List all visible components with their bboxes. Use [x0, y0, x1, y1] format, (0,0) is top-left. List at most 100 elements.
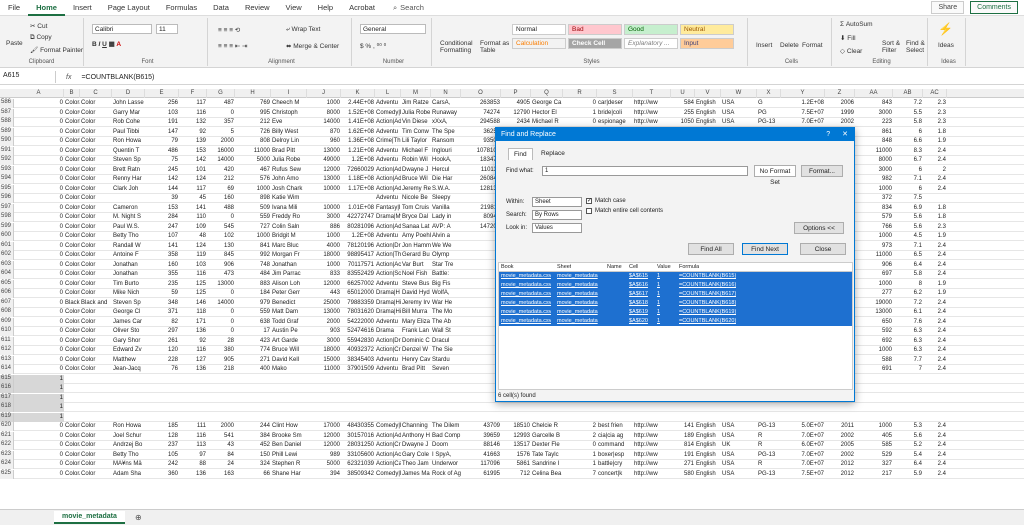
- cell[interactable]: 78031620: [341, 308, 375, 317]
- row-header[interactable]: 605: [0, 279, 14, 289]
- cell[interactable]: 0: [14, 318, 64, 327]
- cell[interactable]: 2006: [825, 99, 855, 108]
- cell[interactable]: Seven: [431, 365, 461, 374]
- cell[interactable]: [307, 194, 341, 203]
- cell[interactable]: 74274: [461, 109, 501, 118]
- cell[interactable]: Michael F: [401, 147, 431, 156]
- cell[interactable]: 7.0E+07: [781, 451, 825, 460]
- cell[interactable]: Steven Sp: [112, 299, 145, 308]
- tab-find[interactable]: Find: [508, 148, 533, 160]
- cell[interactable]: 5.4: [893, 451, 923, 460]
- column-header-w[interactable]: W: [721, 89, 757, 98]
- cell[interactable]: 66257002: [341, 280, 375, 289]
- cell[interactable]: 163: [207, 470, 235, 479]
- cell[interactable]: Ransom: [431, 137, 461, 146]
- cell[interactable]: 487: [207, 99, 235, 108]
- cell[interactable]: 973: [855, 242, 893, 251]
- format-as-table-button[interactable]: Format as Table: [480, 40, 510, 54]
- cell[interactable]: Color: [80, 166, 112, 175]
- column-header-n[interactable]: N: [431, 89, 461, 98]
- cell[interactable]: Brooke Sm: [271, 432, 307, 441]
- cell[interactable]: 191: [145, 118, 179, 127]
- cell[interactable]: Amy Poehl: [401, 232, 431, 241]
- cell[interactable]: USA: [721, 451, 757, 460]
- cell[interactable]: Color: [80, 232, 112, 241]
- cell[interactable]: 579: [855, 213, 893, 222]
- cell[interactable]: 1000: [307, 261, 341, 270]
- cell[interactable]: 405: [855, 432, 893, 441]
- sheet-tab-movie-metadata[interactable]: movie_metadata: [54, 511, 125, 524]
- cell[interactable]: Adventu: [375, 365, 401, 374]
- menu-tab-data[interactable]: Data: [205, 0, 237, 16]
- cell[interactable]: Star Tre: [431, 261, 461, 270]
- cell[interactable]: Color: [80, 185, 112, 194]
- cell[interactable]: 1.36E+08: [341, 137, 375, 146]
- cell[interactable]: 2.4: [923, 432, 947, 441]
- cell[interactable]: 0: [14, 175, 64, 184]
- cell[interactable]: Clark Joh: [112, 185, 145, 194]
- cell[interactable]: 2.4: [923, 451, 947, 460]
- cell[interactable]: 48: [179, 232, 207, 241]
- cell[interactable]: MÃ¥ns Mä: [112, 460, 145, 469]
- cell[interactable]: AVP: A: [431, 223, 461, 232]
- cell[interactable]: car|deser: [597, 99, 633, 108]
- cell[interactable]: Rock of Ag: [431, 470, 461, 479]
- column-header-m[interactable]: M: [401, 89, 431, 98]
- cell[interactable]: boxer|esp: [597, 451, 633, 460]
- cell[interactable]: 0: [207, 289, 235, 298]
- results-col-sheet[interactable]: Sheet: [557, 263, 571, 272]
- cell[interactable]: 30157016: [341, 432, 375, 441]
- cell[interactable]: Action|Ad: [375, 223, 401, 232]
- cell[interactable]: Color: [80, 308, 112, 317]
- cell[interactable]: 2.4: [923, 337, 947, 346]
- cell[interactable]: 116: [179, 346, 207, 355]
- cell[interactable]: 1000: [855, 280, 893, 289]
- cell[interactable]: 12000: [307, 441, 341, 450]
- cell[interactable]: [112, 194, 145, 203]
- cell[interactable]: Adventu: [375, 194, 401, 203]
- cell[interactable]: Tim Burto: [112, 280, 145, 289]
- cell[interactable]: 394: [307, 470, 341, 479]
- cell[interactable]: 2002: [825, 118, 855, 127]
- cell[interactable]: 5.6: [893, 213, 923, 222]
- row-header[interactable]: 591: [0, 146, 14, 156]
- cell[interactable]: http://ww: [633, 422, 671, 431]
- cell[interactable]: 2.4: [923, 156, 947, 165]
- cell[interactable]: 327: [855, 460, 893, 469]
- row-header[interactable]: 622: [0, 441, 14, 450]
- cell[interactable]: 62321039: [341, 460, 375, 469]
- cell[interactable]: 2005: [825, 441, 855, 450]
- cell[interactable]: PG: [757, 109, 781, 118]
- cell[interactable]: 2.4: [923, 460, 947, 469]
- cell[interactable]: Jonathan: [112, 270, 145, 279]
- cell[interactable]: 2.3: [923, 118, 947, 127]
- cell[interactable]: ColorGeor: [64, 308, 80, 317]
- cell[interactable]: Chelcie R: [531, 422, 563, 431]
- cell[interactable]: 39659: [461, 432, 501, 441]
- cell[interactable]: 0: [14, 422, 64, 431]
- cell[interactable]: USA: [721, 422, 757, 431]
- cell[interactable]: 103: [179, 261, 207, 270]
- style-normal[interactable]: Normal: [512, 24, 566, 35]
- cell[interactable]: We We: [431, 242, 461, 251]
- result-row[interactable]: movie_metadata.csv movie_metadata $A$616 1 =…: [499, 281, 852, 290]
- row-header[interactable]: 595: [0, 184, 14, 194]
- cell[interactable]: 79883359: [341, 299, 375, 308]
- cell[interactable]: Color: [80, 137, 112, 146]
- cell[interactable]: James Car: [112, 318, 145, 327]
- cell[interactable]: 2.4: [923, 318, 947, 327]
- cell[interactable]: M. Night S: [112, 213, 145, 222]
- cell[interactable]: Robin Wil: [401, 156, 431, 165]
- cell[interactable]: 1000: [855, 346, 893, 355]
- row-header[interactable]: 625: [0, 469, 14, 479]
- cell[interactable]: ColorGary: [64, 337, 80, 346]
- cell[interactable]: English: [695, 441, 721, 450]
- cell[interactable]: 0: [14, 242, 64, 251]
- cell[interactable]: Dexter Fle: [531, 441, 563, 450]
- cell[interactable]: 102: [207, 232, 235, 241]
- cell[interactable]: Gary Shor: [112, 337, 145, 346]
- cell[interactable]: 217: [855, 470, 893, 479]
- cell[interactable]: 748: [235, 261, 271, 270]
- cell[interactable]: 808: [235, 137, 271, 146]
- cell[interactable]: 0: [14, 137, 64, 146]
